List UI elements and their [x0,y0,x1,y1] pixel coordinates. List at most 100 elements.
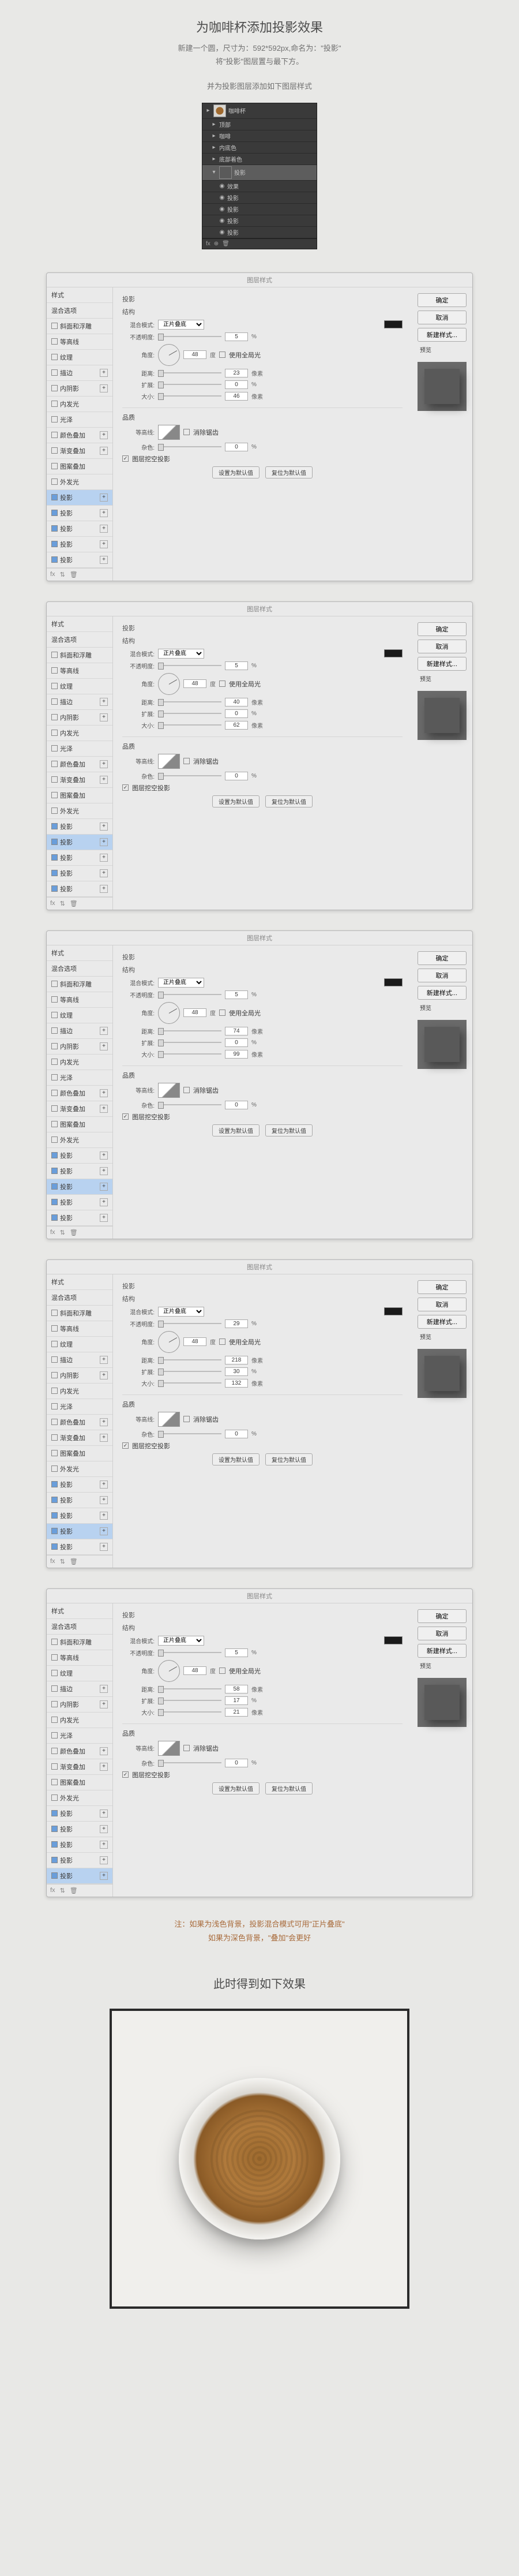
trash-icon[interactable]: 🗑 [222,241,230,247]
opacity-slider[interactable] [158,663,221,668]
side-item[interactable]: 光泽 [47,1070,112,1086]
angle-value[interactable]: 48 [183,1666,206,1675]
side-check[interactable] [51,854,58,861]
size-slider[interactable] [158,1709,221,1715]
noise-slider[interactable] [158,444,221,450]
opacity-value[interactable]: 5 [225,990,248,999]
side-check[interactable] [51,1403,58,1409]
size-slider[interactable] [158,722,221,728]
side-check[interactable] [51,478,58,485]
side-check[interactable] [51,541,58,547]
contour-picker[interactable] [158,1412,180,1427]
blend-mode-select[interactable]: 正片叠底 [158,649,204,659]
side-check[interactable] [51,432,58,438]
side-item[interactable]: 图案叠加 [47,1775,112,1790]
angle-dial[interactable] [158,1331,180,1353]
side-item[interactable]: 混合选项 [47,632,112,648]
plus-icon[interactable]: + [100,493,108,502]
side-check[interactable] [51,745,58,752]
side-item[interactable]: 投影+ [47,506,112,521]
side-check[interactable] [51,667,58,674]
side-item[interactable]: 混合选项 [47,303,112,319]
cancel-button[interactable]: 取消 [418,311,467,324]
side-item[interactable]: 内阴影+ [47,381,112,397]
side-item[interactable]: 光泽 [47,412,112,428]
noise-slider[interactable] [158,1102,221,1108]
side-item[interactable]: 斜面和浮雕 [47,648,112,663]
side-check[interactable] [51,1434,58,1441]
trash-icon[interactable]: 🗑 [70,1229,78,1236]
distance-slider[interactable] [158,1357,221,1363]
side-check[interactable] [51,792,58,798]
new-style-button[interactable]: 新建样式... [418,1644,467,1658]
side-item[interactable]: 投影+ [47,1508,112,1524]
layer-row[interactable]: ▸咖啡杯 [202,103,317,119]
opacity-value[interactable]: 5 [225,661,248,670]
knockout-check[interactable] [122,455,129,462]
side-check[interactable] [51,1090,58,1096]
plus-icon[interactable]: + [100,525,108,533]
side-item[interactable]: 光泽 [47,741,112,757]
new-style-button[interactable]: 新建样式... [418,328,467,342]
fx-icon[interactable]: fx [50,571,55,578]
side-item[interactable]: 光泽 [47,1728,112,1744]
side-check[interactable] [51,1183,58,1190]
size-slider[interactable] [158,393,221,399]
side-check[interactable] [51,1450,58,1456]
color-swatch[interactable] [384,1636,403,1644]
fx-plus-icon[interactable]: ⊕ [214,241,219,247]
plus-icon[interactable]: + [100,1527,108,1535]
ok-button[interactable]: 确定 [418,293,467,307]
side-item[interactable]: 投影+ [47,1539,112,1555]
up-down-icon[interactable]: ⇅ [60,571,65,578]
side-check[interactable] [51,354,58,360]
side-item[interactable]: 投影+ [47,1195,112,1210]
side-check[interactable] [51,494,58,500]
noise-value[interactable]: 0 [225,772,248,780]
spread-slider[interactable] [158,711,221,716]
side-item[interactable]: 颜色叠加+ [47,428,112,443]
layer-row[interactable]: ◉效果 [202,181,317,192]
side-check[interactable] [51,416,58,423]
side-check[interactable] [51,1059,58,1065]
side-item[interactable]: 内发光 [47,1713,112,1728]
side-item[interactable]: 纹理 [47,1337,112,1352]
plus-icon[interactable]: + [100,1825,108,1833]
side-check[interactable] [51,1639,58,1645]
make-default-button[interactable]: 设置为默认值 [212,466,260,478]
noise-slider[interactable] [158,1431,221,1437]
reset-default-button[interactable]: 复位为默认值 [265,466,313,478]
side-item[interactable]: 投影+ [47,1806,112,1822]
plus-icon[interactable]: + [100,369,108,377]
spread-value[interactable]: 0 [225,709,248,718]
side-item[interactable]: 图案叠加 [47,788,112,803]
global-light-check[interactable] [219,1010,225,1016]
global-light-check[interactable] [219,1668,225,1674]
side-check[interactable] [51,510,58,516]
size-value[interactable]: 132 [225,1379,248,1388]
anti-alias-check[interactable] [183,1416,190,1422]
side-check[interactable] [51,1528,58,1534]
knockout-check[interactable] [122,1113,129,1120]
fx-icon[interactable]: fx [50,900,55,907]
side-item[interactable]: 描边+ [47,694,112,710]
make-default-button[interactable]: 设置为默认值 [212,1782,260,1794]
trash-icon[interactable]: 🗑 [70,1887,78,1894]
color-swatch[interactable] [384,320,403,328]
plus-icon[interactable]: + [100,431,108,439]
color-swatch[interactable] [384,1307,403,1315]
side-check[interactable] [51,1701,58,1707]
opacity-slider[interactable] [158,992,221,997]
side-check[interactable] [51,1074,58,1081]
side-item[interactable]: 样式 [47,945,112,961]
anti-alias-check[interactable] [183,1087,190,1093]
contour-picker[interactable] [158,1741,180,1756]
angle-value[interactable]: 48 [183,1008,206,1017]
side-item[interactable]: 投影+ [47,819,112,835]
spread-slider[interactable] [158,1698,221,1703]
side-check[interactable] [51,1419,58,1425]
side-item[interactable]: 颜色叠加+ [47,1415,112,1430]
size-slider[interactable] [158,1051,221,1057]
blend-mode-select[interactable]: 正片叠底 [158,1307,204,1317]
distance-slider[interactable] [158,699,221,705]
